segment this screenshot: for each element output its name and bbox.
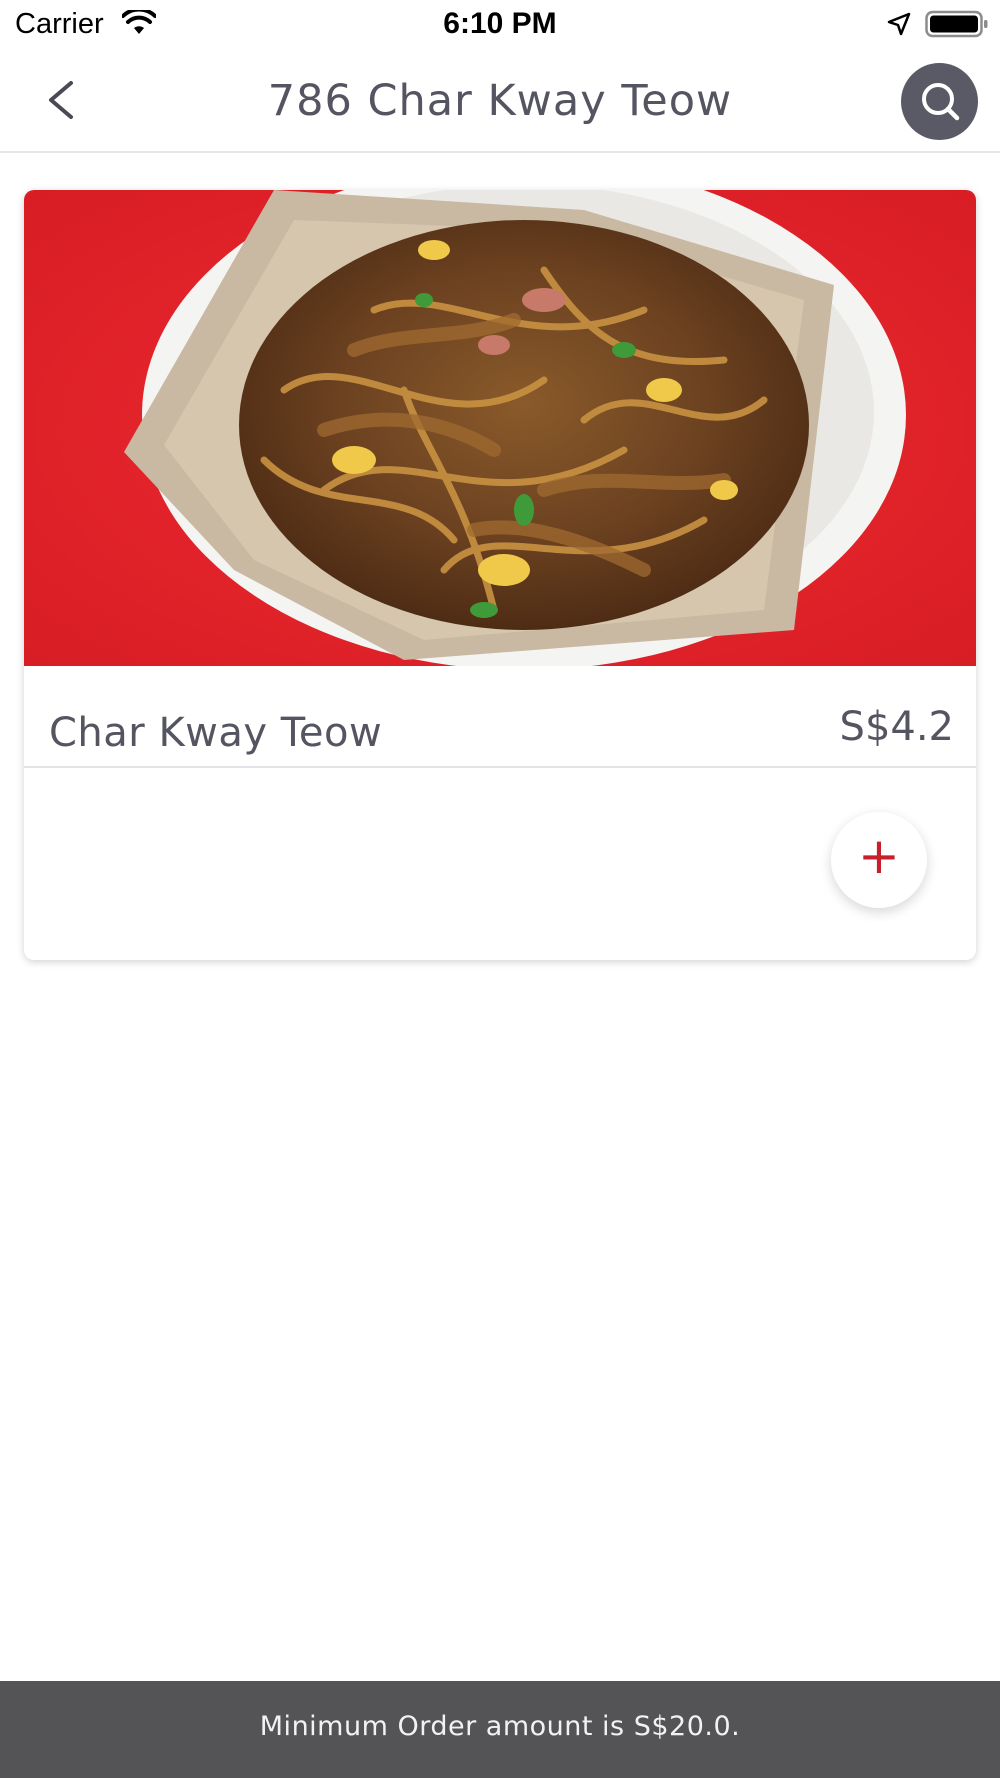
minimum-order-message: Minimum Order amount is S$20.0. [259, 1711, 741, 1742]
add-to-cart-button[interactable]: + [831, 812, 927, 908]
menu-item-card[interactable]: Char Kway Teow S$4.2 + [24, 190, 976, 960]
screen: Carrier 6:10 PM 786 Char Kway Teow Char … [0, 0, 1000, 1778]
search-icon [922, 83, 960, 121]
divider [24, 766, 976, 768]
battery-icon [925, 10, 988, 38]
clock-time: 6:10 PM [443, 7, 557, 40]
location-arrow-icon [887, 12, 911, 36]
item-name: Char Kway Teow [49, 710, 383, 756]
food-image [24, 190, 976, 666]
plus-icon: + [858, 827, 900, 885]
item-price: S$4.2 [839, 704, 954, 750]
nav-bar: 786 Char Kway Teow [0, 50, 1000, 153]
page-title: 786 Char Kway Teow [267, 76, 733, 126]
minimum-order-bar: Minimum Order amount is S$20.0. [0, 1681, 1000, 1778]
status-bar: Carrier 6:10 PM [0, 0, 1000, 50]
menu-item-details: Char Kway Teow S$4.2 + [24, 666, 976, 958]
search-button[interactable] [901, 63, 978, 140]
